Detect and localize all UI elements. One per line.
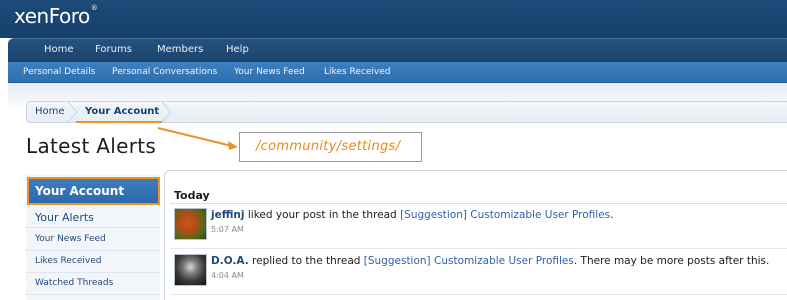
logo-text: xenForo xyxy=(14,4,90,28)
alert-text-after: . xyxy=(610,209,614,221)
breadcrumb-your-account[interactable]: Your Account xyxy=(85,106,159,117)
breadcrumb: Home Your Account xyxy=(26,101,787,123)
alert-text-after: . There may be more posts after this. xyxy=(573,255,770,267)
secondary-nav: Personal Details Personal Conversations … xyxy=(8,62,787,83)
alert-username[interactable]: D.O.A. xyxy=(211,255,249,267)
logo-registered-mark: ® xyxy=(90,4,98,12)
alert-item: D.O.A. replied to the thread [Suggestion… xyxy=(170,250,787,294)
tab-help[interactable]: Help xyxy=(226,44,249,55)
subnav-personal-conversations[interactable]: Personal Conversations xyxy=(112,67,217,77)
sidebar-item-your-alerts[interactable]: Your Alerts xyxy=(26,206,160,228)
alerts-section-label: Today xyxy=(174,189,210,202)
page-title: Latest Alerts xyxy=(26,134,157,158)
alert-action-text: liked your post in the thread xyxy=(244,209,401,221)
sidebar-item-likes-received[interactable]: Likes Received xyxy=(26,251,160,273)
divider xyxy=(170,248,787,249)
subnav-personal-details[interactable]: Personal Details xyxy=(23,67,95,77)
breadcrumb-separator-icon xyxy=(161,102,172,122)
subnav-likes-received[interactable]: Likes Received xyxy=(324,67,390,77)
sidebar-heading[interactable]: Your Account xyxy=(27,177,160,205)
alert-time: 5:07 AM xyxy=(211,225,244,234)
breadcrumb-separator-icon xyxy=(67,102,78,122)
subnav-news-feed[interactable]: Your News Feed xyxy=(234,67,305,77)
alert-time: 4:04 AM xyxy=(211,271,244,280)
tab-members[interactable]: Members xyxy=(157,44,203,55)
logo[interactable]: xenForo® xyxy=(14,4,98,28)
alert-thread-link[interactable]: [Suggestion] Customizable User Profiles xyxy=(364,255,574,267)
alert-thread-link[interactable]: [Suggestion] Customizable User Profiles xyxy=(400,209,610,221)
breadcrumb-home[interactable]: Home xyxy=(35,106,65,117)
tab-home[interactable]: Home xyxy=(44,44,74,55)
sidebar-item-watched-threads[interactable]: Watched Threads xyxy=(26,273,160,295)
alert-text: D.O.A. replied to the thread [Suggestion… xyxy=(211,255,769,267)
sidebar-item-news-feed[interactable]: Your News Feed xyxy=(26,229,160,251)
alert-item: jeffinj liked your post in the thread [S… xyxy=(170,204,787,248)
divider xyxy=(170,294,787,295)
alert-text: jeffinj liked your post in the thread [S… xyxy=(211,209,614,221)
alert-username[interactable]: jeffinj xyxy=(211,209,245,221)
site-header: xenForo® xyxy=(0,0,787,38)
avatar[interactable] xyxy=(174,208,207,240)
url-annotation-text: /community/settings/ xyxy=(256,139,401,154)
alert-action-text: replied to the thread xyxy=(248,255,364,267)
tab-forums[interactable]: Forums xyxy=(95,44,132,55)
primary-nav: Home Forums Members Help xyxy=(8,38,787,62)
avatar[interactable] xyxy=(174,254,207,286)
breadcrumb-highlight-underline xyxy=(76,121,162,123)
